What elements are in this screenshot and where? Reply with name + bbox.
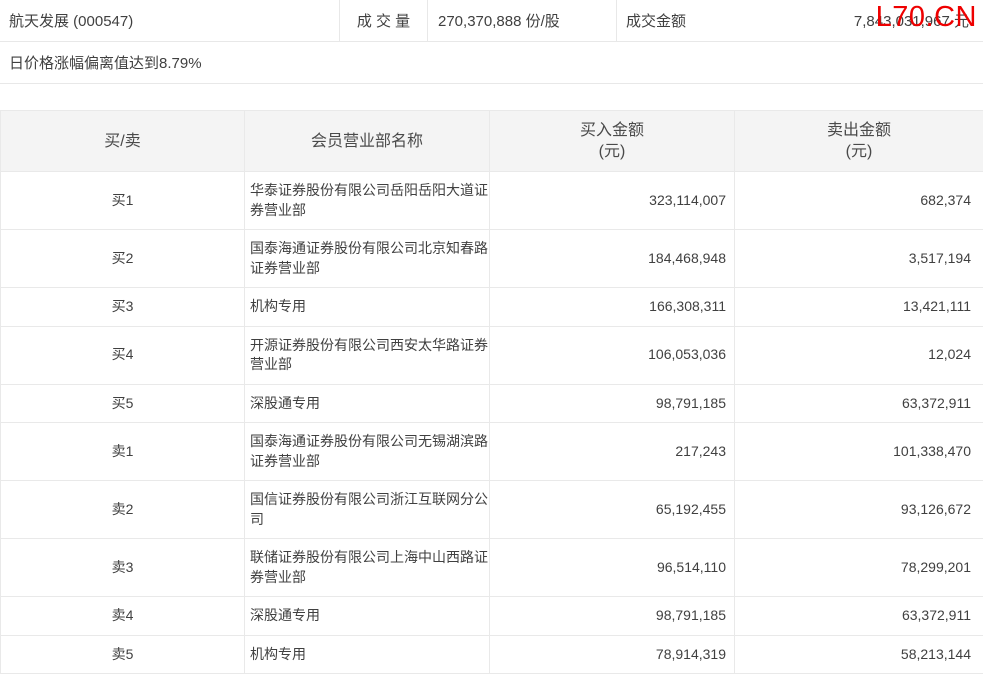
cell-buy-amount: 65,192,455 — [490, 481, 735, 539]
cell-buy-amount: 98,791,185 — [490, 384, 735, 423]
turnover-value: 7,843,031,967 元 — [854, 0, 983, 41]
cell-sell-amount: 3,517,194 — [735, 230, 983, 288]
table-row: 买1 华泰证券股份有限公司岳阳岳阳大道证券营业部 323,114,007 682… — [1, 172, 983, 230]
table-row: 卖5 机构专用 78,914,319 58,213,144 — [1, 635, 983, 674]
table-header: 买/卖 会员营业部名称 买入金额 (元) 卖出金额 (元) — [1, 111, 983, 172]
table-row: 卖2 国信证券股份有限公司浙江互联网分公司 65,192,455 93,126,… — [1, 481, 983, 539]
col-header-sell-label: 卖出金额 — [735, 120, 983, 141]
cell-buy-amount: 166,308,311 — [490, 288, 735, 327]
cell-sell-amount: 78,299,201 — [735, 539, 983, 597]
cell-buy-amount: 217,243 — [490, 423, 735, 481]
cell-side: 买3 — [1, 288, 245, 327]
cell-branch: 开源证券股份有限公司西安太华路证券营业部 — [245, 326, 490, 384]
table-row: 卖3 联储证券股份有限公司上海中山西路证券营业部 96,514,110 78,2… — [1, 539, 983, 597]
cell-buy-amount: 96,514,110 — [490, 539, 735, 597]
turnover-label: 成交金额 — [617, 0, 686, 41]
col-header-buy-label: 买入金额 — [490, 120, 734, 141]
cell-branch: 深股通专用 — [245, 384, 490, 423]
col-header-sell: 卖出金额 (元) — [735, 111, 983, 172]
cell-branch: 深股通专用 — [245, 597, 490, 636]
cell-branch: 国泰海通证券股份有限公司北京知春路证券营业部 — [245, 230, 490, 288]
table-row: 买3 机构专用 166,308,311 13,421,111 — [1, 288, 983, 327]
broker-table: 买/卖 会员营业部名称 买入金额 (元) 卖出金额 (元) 买1 华泰证券股份有… — [0, 110, 983, 674]
col-header-side: 买/卖 — [1, 111, 245, 172]
cell-branch: 国泰海通证券股份有限公司无锡湖滨路证券营业部 — [245, 423, 490, 481]
col-header-buy-unit: (元) — [490, 141, 734, 162]
cell-sell-amount: 58,213,144 — [735, 635, 983, 674]
cell-side: 买5 — [1, 384, 245, 423]
cell-branch: 华泰证券股份有限公司岳阳岳阳大道证券营业部 — [245, 172, 490, 230]
cell-sell-amount: 682,374 — [735, 172, 983, 230]
table-header-row: 买/卖 会员营业部名称 买入金额 (元) 卖出金额 (元) — [1, 111, 983, 172]
table-row: 买2 国泰海通证券股份有限公司北京知春路证券营业部 184,468,948 3,… — [1, 230, 983, 288]
cell-side: 买4 — [1, 326, 245, 384]
cell-buy-amount: 106,053,036 — [490, 326, 735, 384]
col-header-side-label: 买/卖 — [104, 133, 140, 150]
broker-table-wrap: 买/卖 会员营业部名称 买入金额 (元) 卖出金额 (元) 买1 华泰证券股份有… — [0, 110, 983, 674]
col-header-branch-label: 会员营业部名称 — [311, 133, 423, 150]
cell-sell-amount: 63,372,911 — [735, 384, 983, 423]
volume-label: 成 交 量 — [340, 0, 428, 41]
cell-branch: 机构专用 — [245, 635, 490, 674]
table-row: 买5 深股通专用 98,791,185 63,372,911 — [1, 384, 983, 423]
cell-sell-amount: 93,126,672 — [735, 481, 983, 539]
cell-buy-amount: 78,914,319 — [490, 635, 735, 674]
cell-sell-amount: 63,372,911 — [735, 597, 983, 636]
cell-buy-amount: 184,468,948 — [490, 230, 735, 288]
cell-buy-amount: 98,791,185 — [490, 597, 735, 636]
col-header-branch: 会员营业部名称 — [245, 111, 490, 172]
price-deviation-notice: 日价格涨幅偏离值达到8.79% — [0, 42, 983, 84]
col-header-sell-unit: (元) — [735, 141, 983, 162]
cell-side: 买1 — [1, 172, 245, 230]
volume-value: 270,370,888 份/股 — [428, 0, 617, 41]
summary-bar: 航天发展 (000547) 成 交 量 270,370,888 份/股 成交金额… — [0, 0, 983, 42]
col-header-buy: 买入金额 (元) — [490, 111, 735, 172]
table-body: 买1 华泰证券股份有限公司岳阳岳阳大道证券营业部 323,114,007 682… — [1, 172, 983, 674]
cell-sell-amount: 12,024 — [735, 326, 983, 384]
cell-branch: 联储证券股份有限公司上海中山西路证券营业部 — [245, 539, 490, 597]
table-row: 买4 开源证券股份有限公司西安太华路证券营业部 106,053,036 12,0… — [1, 326, 983, 384]
cell-sell-amount: 13,421,111 — [735, 288, 983, 327]
cell-sell-amount: 101,338,470 — [735, 423, 983, 481]
notice-text: 日价格涨幅偏离值达到8.79% — [9, 52, 202, 73]
table-row: 卖1 国泰海通证券股份有限公司无锡湖滨路证券营业部 217,243 101,33… — [1, 423, 983, 481]
cell-side: 买2 — [1, 230, 245, 288]
cell-side: 卖3 — [1, 539, 245, 597]
cell-branch: 国信证券股份有限公司浙江互联网分公司 — [245, 481, 490, 539]
cell-side: 卖2 — [1, 481, 245, 539]
table-row: 卖4 深股通专用 98,791,185 63,372,911 — [1, 597, 983, 636]
stock-title: 航天发展 (000547) — [0, 0, 340, 41]
cell-branch: 机构专用 — [245, 288, 490, 327]
cell-side: 卖4 — [1, 597, 245, 636]
cell-buy-amount: 323,114,007 — [490, 172, 735, 230]
cell-side: 卖5 — [1, 635, 245, 674]
cell-side: 卖1 — [1, 423, 245, 481]
